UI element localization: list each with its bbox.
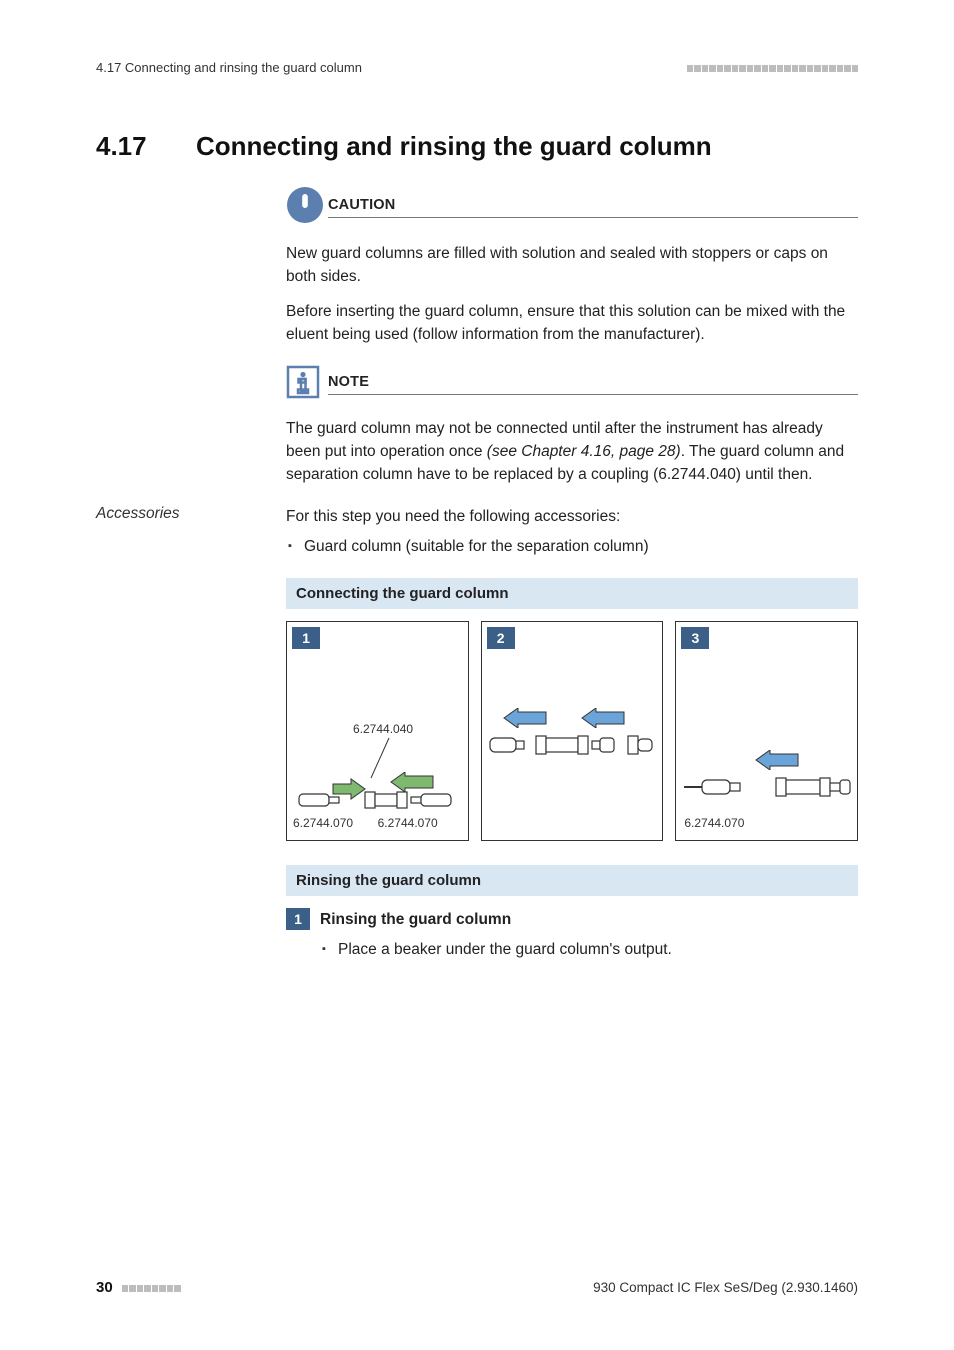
blue-arrow-icon — [752, 750, 802, 770]
header-ornament — [686, 65, 859, 73]
section-number: 4.17 — [96, 131, 196, 162]
section-heading: 4.17 Connecting and rinsing the guard co… — [96, 131, 858, 162]
caution-text-1: New guard columns are filled with soluti… — [286, 243, 858, 289]
section-title: Connecting and rinsing the guard column — [196, 131, 712, 162]
diagram-3: 3 — [675, 621, 858, 841]
page-number: 30 — [96, 1279, 113, 1296]
note-icon — [286, 365, 328, 404]
running-header-left: 4.17 Connecting and rinsing the guard co… — [96, 60, 362, 75]
page-footer: 30 930 Compact IC Flex SeS/Deg (2.930.14… — [96, 1279, 858, 1296]
caution-text-2: Before inserting the guard column, ensur… — [286, 301, 858, 347]
diagram-1-label-br: 6.2744.070 — [378, 816, 438, 830]
diagram-1-num: 1 — [292, 627, 320, 649]
note-text: The guard column may not be connected un… — [286, 418, 858, 487]
accessories-label: Accessories — [96, 505, 262, 523]
guard-column-parts-icon — [488, 730, 658, 760]
footer-doc-id: 930 Compact IC Flex SeS/Deg (2.930.1460) — [593, 1280, 858, 1295]
step-1: 1 Rinsing the guard column — [286, 908, 858, 931]
footer-ornament — [121, 1280, 181, 1295]
step-1-title: Rinsing the guard column — [320, 908, 511, 931]
running-header-right — [686, 60, 859, 75]
diagram-3-num: 3 — [681, 627, 709, 649]
accessories-item: Guard column (suitable for the separatio… — [304, 538, 858, 556]
accessories-intro: For this step you need the following acc… — [286, 505, 858, 528]
note-callout: NOTE The guard column may not be connect… — [286, 365, 858, 487]
step-1-item: Place a beaker under the guard column's … — [338, 941, 858, 959]
step-1-list: Place a beaker under the guard column's … — [286, 941, 858, 959]
green-arrow-icon — [387, 772, 437, 792]
step-1-num: 1 — [286, 908, 310, 930]
blue-arrow-icon — [500, 708, 550, 728]
note-label: NOTE — [328, 374, 858, 395]
diagram-1-label-bl: 6.2744.070 — [293, 816, 353, 830]
running-header: 4.17 Connecting and rinsing the guard co… — [96, 60, 858, 75]
diagram-3-label-bl: 6.2744.070 — [684, 816, 744, 830]
diagram-row: 1 6.2744.040 — [286, 621, 858, 841]
caution-callout: CAUTION New guard columns are filled wit… — [286, 186, 858, 347]
note-crossref: (see Chapter 4.16, page 28) — [487, 443, 681, 460]
blue-arrow-icon — [578, 708, 628, 728]
caution-label: CAUTION — [328, 197, 858, 218]
diagram-1-label-top: 6.2744.040 — [353, 722, 413, 736]
diagram-2-num: 2 — [487, 627, 515, 649]
diagram-1: 1 6.2744.040 — [286, 621, 469, 841]
connector-to-column-icon — [684, 772, 852, 802]
accessories-list: Guard column (suitable for the separatio… — [286, 538, 858, 556]
subhead-rinse: Rinsing the guard column — [286, 865, 858, 896]
diagram-2: 2 — [481, 621, 664, 841]
subhead-connect: Connecting the guard column — [286, 578, 858, 609]
caution-icon — [286, 186, 328, 229]
